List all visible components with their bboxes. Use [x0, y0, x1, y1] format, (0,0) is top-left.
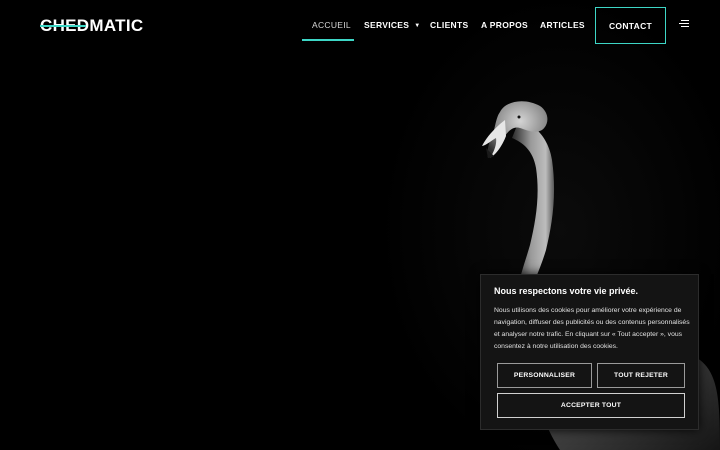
customize-cookies-label: PERSONNALISER: [513, 372, 576, 379]
nav-item-label: ARTICLES: [540, 20, 585, 30]
nav-item-label: A PROPOS: [481, 20, 528, 30]
nav-item-accueil[interactable]: ACCUEIL: [312, 20, 351, 30]
nav-item-clients[interactable]: CLIENTS: [430, 20, 468, 30]
accept-all-cookies-button[interactable]: ACCEPTER TOUT: [497, 393, 685, 418]
cookie-banner-text: Nous utilisons des cookies pour améliore…: [494, 307, 690, 350]
reject-all-cookies-button[interactable]: TOUT REJETER: [597, 363, 685, 388]
logo-accent-line: [40, 25, 86, 27]
site-header: CHEDMATIC ACCUEIL SERVICES ▼ CLIENTS A PR…: [0, 0, 720, 52]
nav-item-articles[interactable]: ARTICLES: [540, 20, 585, 30]
chevron-down-icon: ▼: [414, 23, 421, 29]
hamburger-menu-icon[interactable]: [677, 19, 689, 29]
active-nav-underline: [302, 39, 354, 41]
reject-all-label: TOUT REJETER: [613, 372, 668, 379]
customize-cookies-button[interactable]: PERSONNALISER: [497, 363, 592, 388]
cookie-banner-title: Nous respectons votre vie privée.: [494, 286, 639, 296]
contact-button[interactable]: CONTACT: [595, 7, 666, 44]
nav-item-services[interactable]: SERVICES ▼: [364, 20, 420, 30]
accept-all-label: ACCEPTER TOUT: [560, 402, 622, 409]
nav-item-label: ACCUEIL: [312, 20, 351, 30]
logo[interactable]: CHEDMATIC: [40, 16, 143, 38]
nav-item-label: CLIENTS: [430, 20, 469, 30]
contact-button-label: CONTACT: [608, 20, 653, 31]
nav-item-a-propos[interactable]: A PROPOS: [481, 20, 528, 30]
cookie-consent-banner: Nous respectons votre vie privée. Nous u…: [480, 274, 699, 430]
nav-item-label: SERVICES: [364, 20, 410, 30]
